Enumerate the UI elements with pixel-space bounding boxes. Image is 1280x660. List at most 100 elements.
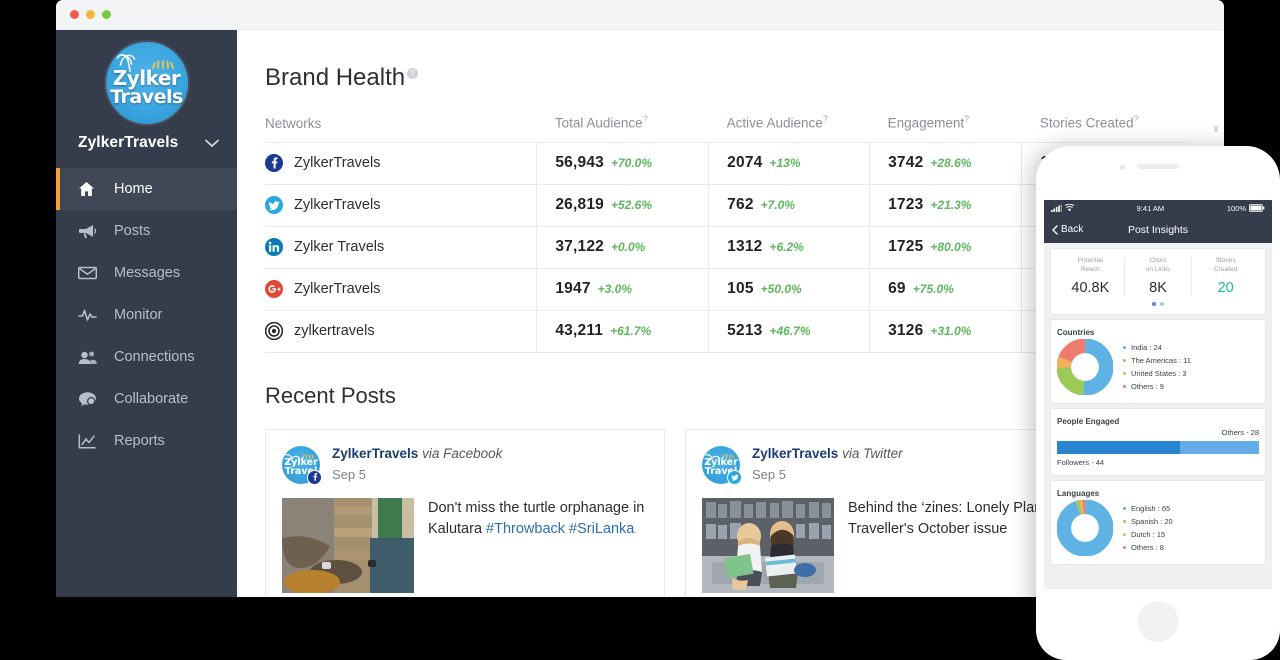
cell-total-audience: 56,943 +70.0%: [537, 142, 709, 184]
sidebar-item-collaborate[interactable]: Collaborate: [56, 378, 237, 420]
kpi-stories-created: Stories Created 20: [1192, 257, 1259, 296]
minimize-window-button[interactable]: [86, 10, 95, 19]
envelope-icon: [78, 266, 102, 280]
metric-delta: +0.0%: [611, 240, 645, 254]
metric-delta: +46.7%: [769, 324, 810, 338]
sidebar-item-reports[interactable]: Reports: [56, 420, 237, 462]
cell-total-audience: 37,122+0.0%: [537, 226, 709, 268]
wifi-icon: [1065, 204, 1074, 212]
cell-engagement: 3126+31.0%: [870, 310, 1022, 352]
pager-dot-active[interactable]: [1152, 302, 1156, 306]
kpi-label-line2: Reach: [1081, 266, 1100, 273]
maximize-window-button[interactable]: [102, 10, 111, 19]
kpi-potential-reach: Potential Reach 40.8K: [1057, 257, 1125, 296]
kpi-label: Clicks on Links: [1125, 257, 1192, 275]
legend-label: Dutch : 15: [1131, 530, 1165, 539]
legend-label: English : 65: [1131, 504, 1170, 513]
post-author[interactable]: ZylkerTravels: [752, 446, 838, 461]
home-button[interactable]: [1138, 601, 1179, 642]
people-engaged-bar: [1057, 441, 1259, 454]
vertical-scrollbar[interactable]: [1214, 126, 1218, 132]
brand-switcher[interactable]: ZylkerTravels: [56, 124, 237, 152]
post-body: Behind the ‘zines: Lonely Planet Travell…: [702, 498, 1068, 593]
kpi-card: Potential Reach 40.8K Clicks on Links 8K: [1051, 249, 1265, 314]
metric-delta: +3.0%: [598, 282, 632, 296]
post-thumbnail[interactable]: [702, 498, 834, 593]
languages-title: Languages: [1057, 489, 1259, 498]
sidebar-item-home[interactable]: Home: [56, 168, 237, 210]
metric-delta: +52.6%: [611, 198, 652, 212]
bar-segment-others: [1180, 441, 1259, 454]
network-name: ZylkerTravels: [294, 281, 380, 297]
cell-network: Zylker Travels: [265, 226, 537, 268]
brand-block: Zylker Travels ZylkerTravels: [56, 30, 237, 152]
kpi-row: Potential Reach 40.8K Clicks on Links 8K: [1057, 257, 1259, 296]
status-time: 9:41 AM: [1137, 204, 1165, 213]
metric-value: 1312: [727, 238, 762, 255]
metric-value: 1725: [888, 238, 923, 255]
languages-donut-chart: [1057, 500, 1113, 556]
metric-delta: +70.0%: [611, 156, 652, 170]
cell-total-audience: 26,819+52.6%: [537, 184, 709, 226]
chat-icon: [78, 391, 102, 407]
sidebar-item-monitor[interactable]: Monitor: [56, 294, 237, 336]
post-text-plain: Behind the ‘zines: Lonely Planet Travell…: [848, 500, 1054, 537]
sidebar-item-label: Monitor: [114, 307, 162, 323]
help-marker[interactable]: ?: [964, 114, 969, 124]
metric-delta: +75.0%: [913, 282, 954, 296]
sidebar-item-messages[interactable]: Messages: [56, 252, 237, 294]
back-button[interactable]: Back: [1052, 224, 1083, 235]
carousel-pager[interactable]: [1057, 302, 1259, 306]
googleplus-icon: [265, 280, 283, 298]
sidebar-item-label: Collaborate: [114, 391, 188, 407]
kpi-clicks-on-links: Clicks on Links 8K: [1125, 257, 1193, 296]
people-icon: [78, 350, 102, 365]
sidebar-item-label: Connections: [114, 349, 195, 365]
metric-delta: +7.0%: [761, 198, 795, 212]
post-header: ZylkerTravel ZylkerTravels: [282, 446, 648, 484]
people-engaged-top-label: Others - 28: [1057, 428, 1259, 437]
metric-value: 56,943: [555, 154, 604, 171]
post-card[interactable]: ZylkerTravel ZylkerTravels: [265, 429, 665, 598]
kpi-label-line2: on Links: [1146, 266, 1170, 273]
languages-card: Languages English : 65 Spanish : 20 Dutc…: [1051, 481, 1265, 564]
screenshot-stage: Zylker Travels ZylkerTravels: [0, 0, 1280, 660]
close-window-button[interactable]: [70, 10, 79, 19]
phone-screen: 9:41 AM 100% Back Post In: [1044, 200, 1272, 589]
legend-item: India : 24: [1123, 343, 1191, 352]
network-name: zylkertravels: [294, 323, 375, 339]
sidebar-item-connections[interactable]: Connections: [56, 336, 237, 378]
countries-legend: India : 24 The Americas : 11 United Stat…: [1123, 339, 1191, 395]
people-engaged-title: People Engaged: [1057, 417, 1259, 426]
metric-delta: +21.3%: [930, 198, 971, 212]
metric-delta: +80.0%: [930, 240, 971, 254]
status-right: 100%: [1227, 204, 1265, 213]
bar-segment-followers: [1057, 441, 1180, 454]
post-author[interactable]: ZylkerTravels: [332, 446, 418, 461]
post-header: ZylkerTravel ZylkerTravels: [702, 446, 1068, 484]
post-source: via Twitter: [842, 446, 903, 461]
page-title-text: Brand Health: [265, 64, 405, 91]
people-engaged-card: People Engaged Others - 28 Followers - 4…: [1051, 409, 1265, 475]
help-marker[interactable]: ?: [823, 114, 828, 124]
pager-dot[interactable]: [1160, 302, 1164, 306]
post-thumbnail[interactable]: [282, 498, 414, 593]
legend-item: English : 65: [1123, 504, 1173, 513]
chart-icon: [78, 434, 102, 449]
cell-engagement: 69+75.0%: [870, 268, 1022, 310]
phone-nav-bar: Back Post Insights: [1044, 216, 1272, 243]
help-icon[interactable]: ?: [407, 68, 418, 79]
help-marker[interactable]: ?: [643, 114, 648, 124]
legend-label: Others : 9: [1131, 382, 1164, 391]
kpi-label: Stories Created: [1192, 257, 1259, 275]
post-card[interactable]: ZylkerTravel ZylkerTravels: [685, 429, 1085, 598]
post-hashtags[interactable]: #Throwback #SriLanka: [486, 521, 634, 537]
cell-active-audience: 105+50.0%: [709, 268, 870, 310]
kpi-value: 40.8K: [1057, 280, 1124, 296]
cell-network: zylkertravels: [265, 310, 537, 352]
cell-engagement: 1723+21.3%: [870, 184, 1022, 226]
earpiece-speaker: [1137, 164, 1179, 169]
languages-legend: English : 65 Spanish : 20 Dutch : 15 Oth…: [1123, 500, 1173, 556]
sidebar-item-posts[interactable]: Posts: [56, 210, 237, 252]
help-marker[interactable]: ?: [1134, 114, 1139, 124]
